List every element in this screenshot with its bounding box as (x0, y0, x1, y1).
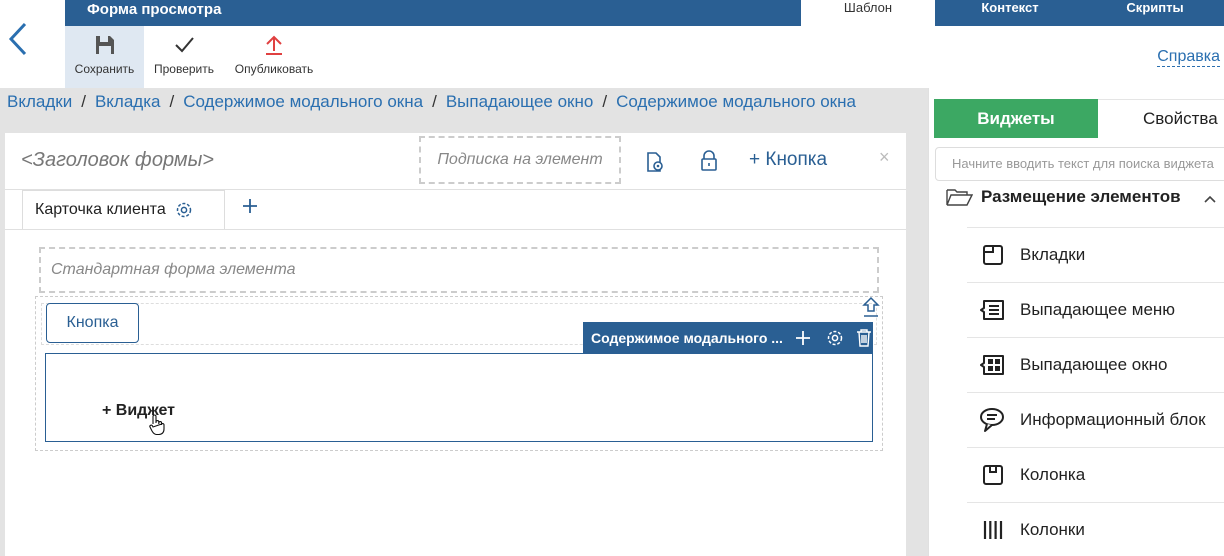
widget-item-label: Колонки (1020, 520, 1085, 539)
tab-properties[interactable]: Свойства (1098, 99, 1224, 138)
form-panel: <Заголовок формы> Подписка на элемент + … (5, 133, 906, 556)
gear-icon[interactable] (174, 200, 194, 220)
publish-button[interactable]: Опубликовать (224, 26, 324, 88)
widgets-panel: Виджеты Свойства Начните вводить текст д… (928, 88, 1224, 556)
widget-item-column[interactable]: Колонка (967, 447, 1224, 502)
widget-item-label: Выпадающее окно (1020, 355, 1168, 374)
breadcrumb-item[interactable]: Содержимое модального окна (183, 92, 423, 111)
breadcrumb-item[interactable]: Выпадающее окно (446, 92, 594, 111)
modal-content-area[interactable]: + Виджет (45, 353, 873, 442)
checkmark-icon (175, 37, 194, 53)
add-tab-icon[interactable] (241, 197, 259, 220)
widget-item-dropdown-menu[interactable]: Выпадающее меню (967, 282, 1224, 337)
popup-window-icon (979, 351, 1007, 379)
page-title: Форма просмотра (87, 1, 222, 18)
info-block-icon (979, 406, 1007, 434)
publish-label: Опубликовать (234, 62, 314, 76)
widget-item-label: Вкладки (1020, 245, 1086, 264)
breadcrumb-item[interactable]: Вкладки (7, 92, 72, 111)
folder-open-icon (946, 189, 973, 206)
help-link[interactable]: Справка (1157, 48, 1220, 67)
section-label: Размещение элементов (981, 187, 1181, 206)
widget-item-tabs[interactable]: Вкладки (967, 227, 1224, 282)
breadcrumb-item[interactable]: Вкладка (95, 92, 161, 111)
tab-scripts[interactable]: Скрипты (1085, 0, 1224, 26)
tab-client-card[interactable]: Карточка клиента (22, 190, 225, 230)
top-bar: Форма просмотра Шаблон Контекст Скрипты (65, 0, 1224, 26)
check-label: Проверить (153, 62, 214, 76)
tab-template[interactable]: Шаблон (801, 0, 935, 26)
dropdown-menu-icon (979, 296, 1007, 324)
move-up-icon[interactable] (862, 296, 880, 323)
lock-icon[interactable] (699, 149, 719, 178)
breadcrumb: Вкладки / Вкладка / Содержимое модального ок… (7, 92, 856, 111)
tab-context[interactable]: Контекст (935, 0, 1085, 26)
save-label: Сохранить (74, 62, 135, 76)
widget-item-label: Информационный блок (1020, 410, 1206, 429)
gear-icon[interactable] (825, 328, 845, 348)
custom-button[interactable]: Кнопка (46, 303, 139, 343)
breadcrumb-item[interactable]: Содержимое модального окна (616, 92, 856, 111)
form-title-placeholder[interactable]: <Заголовок формы> (21, 149, 214, 172)
floppy-disk-icon (95, 36, 114, 54)
save-button[interactable]: Сохранить (65, 26, 144, 88)
back-button[interactable] (0, 0, 36, 88)
trash-icon[interactable] (855, 328, 873, 348)
divider (5, 229, 906, 230)
toolbar: Сохранить Проверить Опубликовать Справка (65, 26, 1224, 88)
widget-item-label: Колонка (1020, 465, 1086, 484)
add-button-link[interactable]: + Кнопка (749, 149, 827, 171)
widget-item-info-block[interactable]: Информационный блок (967, 392, 1224, 447)
subscription-field[interactable]: Подписка на элемент (419, 136, 621, 184)
widget-item-popup-window[interactable]: Выпадающее окно (967, 337, 1224, 392)
check-button[interactable]: Проверить (144, 26, 224, 88)
modal-content-toolbar: Содержимое модального ... (583, 322, 873, 353)
section-layout-elements[interactable]: Размещение элементов (945, 186, 1181, 208)
modal-toolbar-label: Содержимое модального ... (591, 329, 783, 346)
standard-form-placeholder[interactable]: Стандартная форма элемента (39, 247, 879, 293)
columns-icon (979, 516, 1007, 544)
close-icon[interactable]: × (879, 147, 890, 168)
chevron-left-icon (8, 22, 27, 56)
chevron-up-icon[interactable] (1203, 191, 1217, 209)
widget-item-label: Выпадающее меню (1020, 300, 1176, 319)
widget-item-columns[interactable]: Колонки (967, 502, 1224, 556)
tabs-icon (979, 241, 1007, 269)
plus-icon[interactable] (795, 330, 811, 346)
tab-widgets[interactable]: Виджеты (934, 99, 1098, 138)
widget-search-input[interactable]: Начните вводить текст для поиска виджета (935, 147, 1224, 181)
tab-label: Карточка клиента (35, 201, 166, 218)
upload-arrow-icon (266, 35, 282, 55)
document-settings-icon[interactable] (645, 151, 665, 178)
column-icon (979, 461, 1007, 489)
hand-cursor-icon (149, 414, 165, 441)
